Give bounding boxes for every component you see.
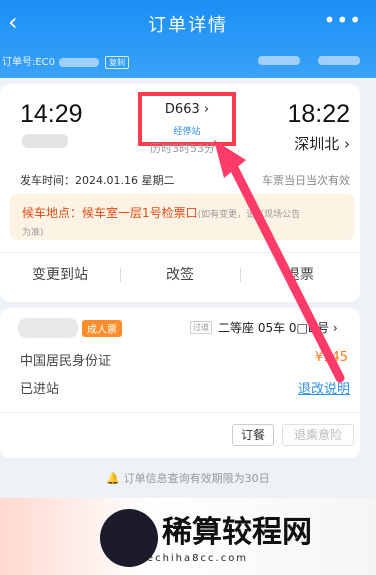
blur-mark	[258, 56, 300, 65]
insurance-button[interactable]: 退乘意险	[282, 424, 354, 446]
order-number-label: 订单号:EC0	[2, 57, 56, 68]
train-number-highlight[interactable]: D663 › 经停站	[138, 92, 236, 146]
watermark-url: m.echiha8cc.com	[130, 553, 249, 564]
arrival-station[interactable]: 深圳北 ›	[294, 133, 350, 154]
notice-text: 订单信息查询有效期限为30日	[123, 472, 270, 485]
divider	[0, 252, 360, 253]
ticket-status: 已进站	[20, 382, 60, 397]
copy-button[interactable]: 复制	[105, 56, 130, 69]
divider	[120, 268, 121, 282]
train-number[interactable]: D663 ›	[142, 102, 232, 117]
change-destination-button[interactable]: 变更到站	[0, 264, 120, 284]
watermark-text: 稀算较程网	[162, 515, 312, 550]
gate-note: (如有变更，请以现场公告	[197, 210, 301, 220]
id-type: 中国居民身份证	[20, 354, 112, 369]
ticket-type-badge: 成人票	[82, 320, 122, 337]
order-number-blur	[59, 57, 100, 67]
reschedule-button[interactable]: 改签	[120, 264, 240, 284]
passenger-card: 成人票 过道 二等座 05车 0□D号 › 中国居民身份证 ¥145 已进站 退…	[0, 308, 360, 458]
ticket-actions: 变更到站 改签 退票	[0, 264, 360, 284]
gate-note-line2: 为准)	[22, 228, 44, 238]
gate-location: 候车地点：候车室一层1号检票口	[22, 206, 198, 220]
more-icon[interactable]: •••	[324, 8, 362, 32]
order-number-row: 订单号:EC0 复制	[2, 53, 130, 69]
header-bar: ‹ 订单详情 ••• 订单号:EC0 复制	[0, 0, 376, 78]
blur-mark	[318, 56, 360, 65]
passenger-name-blur	[18, 318, 78, 338]
ticket-price: ¥145	[314, 350, 348, 365]
watermark: 稀算较程网 m.echiha8cc.com	[100, 505, 370, 570]
page-title: 订单详情	[148, 15, 228, 36]
seat-info[interactable]: 二等座 05车 0□D号 ›	[218, 319, 338, 336]
stops-link[interactable]: 经停站	[142, 124, 232, 137]
validity-notice: 🔔 订单信息查询有效期限为30日	[106, 472, 270, 485]
departure-date: 发车时间：2024.01.16 星期二	[20, 174, 175, 187]
refund-rules-link[interactable]: 退改说明	[298, 378, 350, 397]
divider	[0, 412, 360, 413]
duration: 历时3时53分	[150, 142, 215, 155]
departure-time: 14:29	[20, 100, 83, 128]
order-meal-button[interactable]: 订餐	[232, 424, 274, 446]
arrival-time: 18:22	[287, 100, 350, 128]
waiting-area-notice: 候车地点：候车室一层1号检票口(如有变更，请以现场公告 为准)	[10, 194, 354, 240]
ticket-card: 14:29 D663 › 经停站 历时3时53分 18:22 深圳北 › 发车时…	[0, 84, 360, 302]
seat-tag: 过道	[190, 321, 212, 334]
ticket-validity: 车票当日当次有效	[262, 174, 350, 187]
divider	[240, 268, 241, 282]
departure-station-blur	[22, 134, 68, 148]
refund-button[interactable]: 退票	[240, 264, 360, 284]
